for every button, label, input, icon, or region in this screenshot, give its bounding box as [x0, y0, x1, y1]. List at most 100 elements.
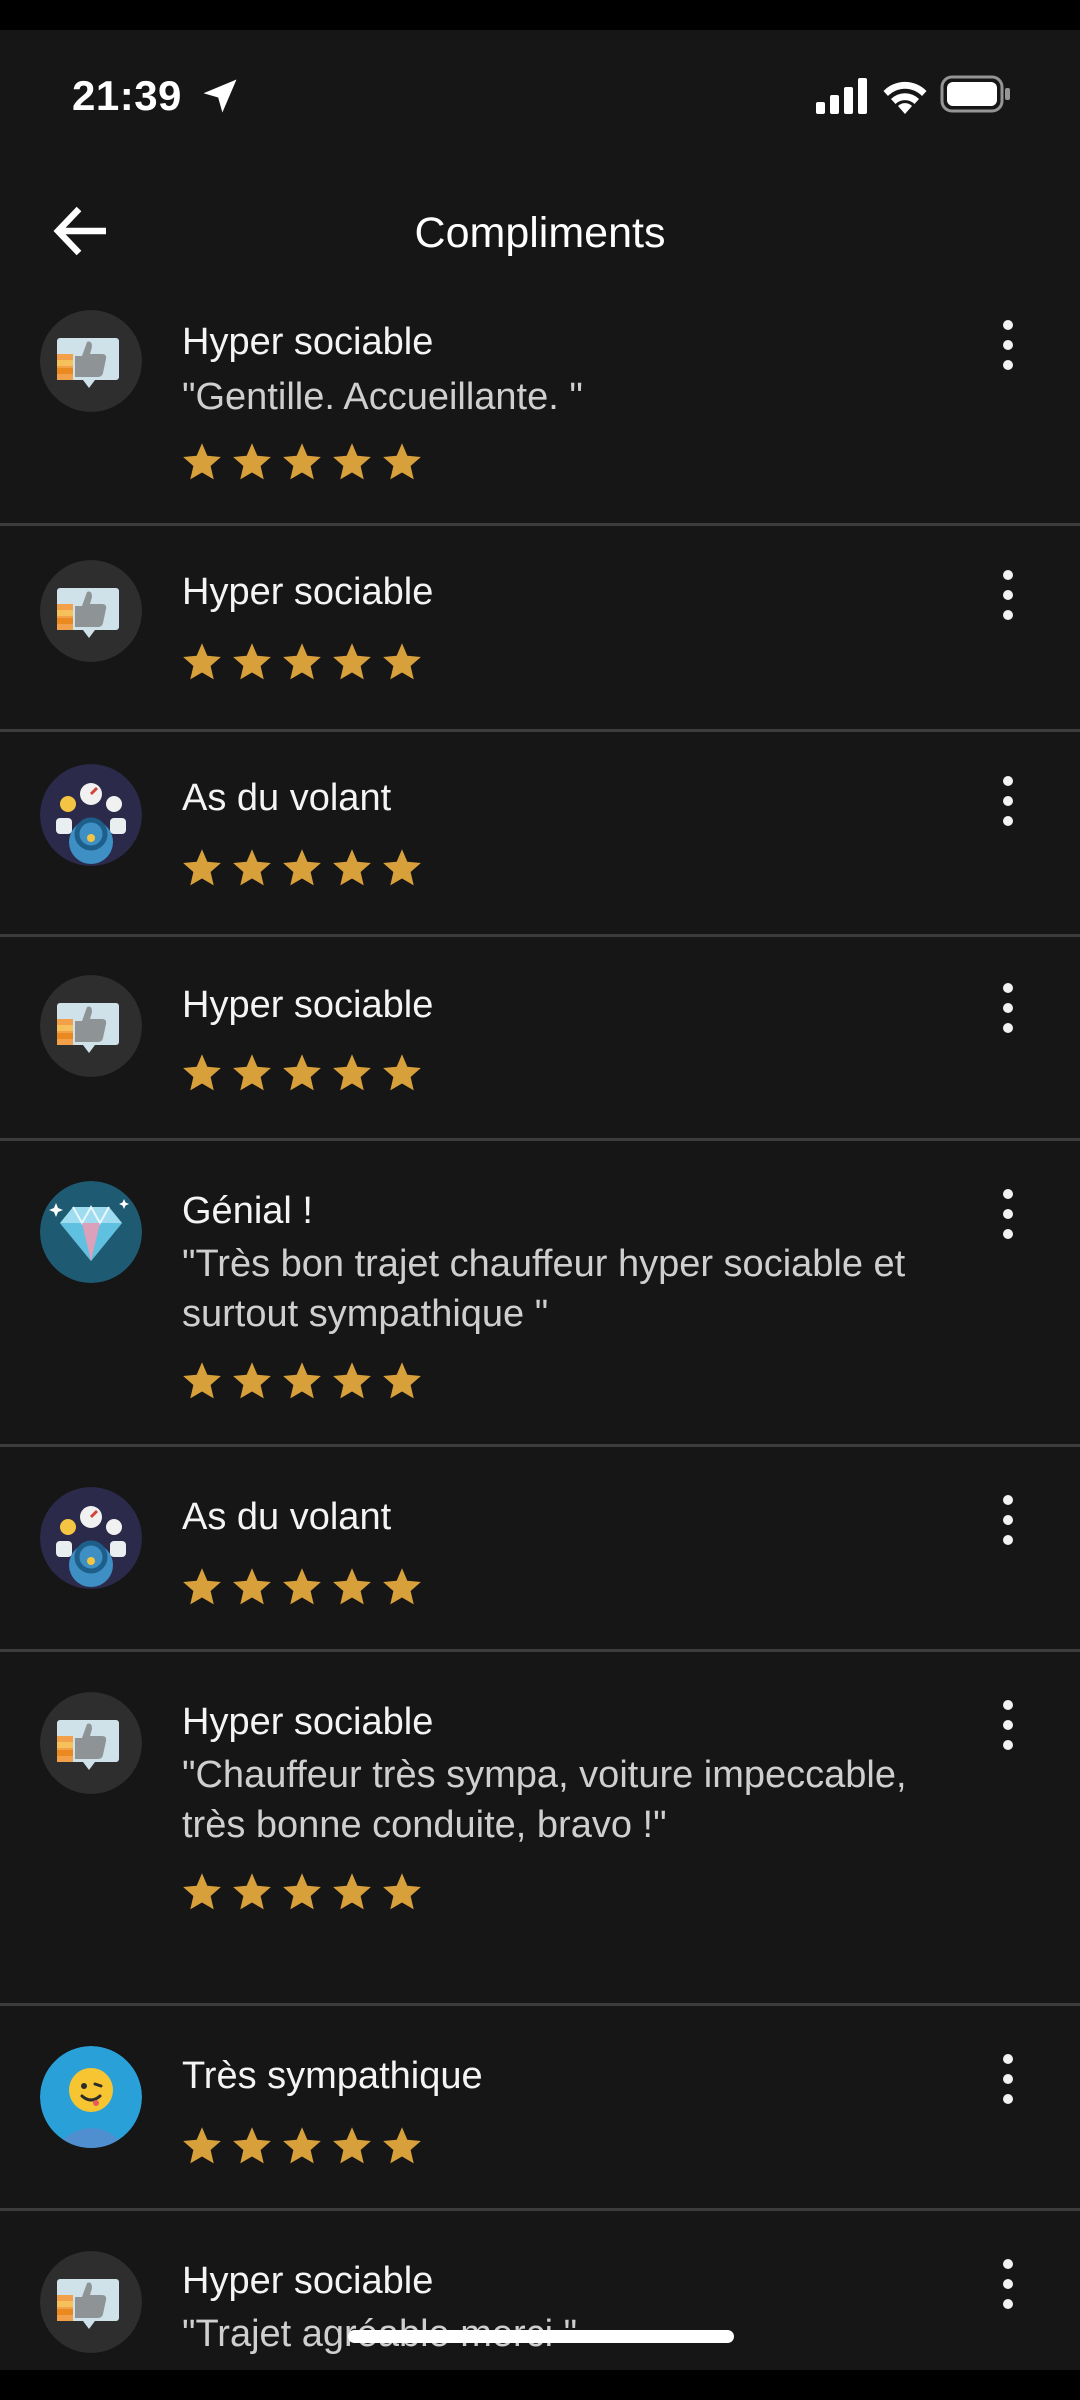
- more-dot-icon: [1003, 1535, 1013, 1545]
- star-icon: [383, 849, 421, 886]
- compliments-list: Hyper sociable "Gentille. Accueillante. "…: [0, 278, 1080, 2370]
- star-icon: [233, 1054, 271, 1091]
- status-bar: 21:39: [0, 30, 1080, 158]
- more-dot-icon: [1003, 1740, 1013, 1750]
- star-icon: [183, 1054, 221, 1091]
- steering-wheel-badge-icon: [40, 1487, 142, 1589]
- more-dot-icon: [1003, 983, 1013, 993]
- star-icon: [283, 643, 321, 680]
- star-icon: [383, 1568, 421, 1605]
- star-rating: [180, 2124, 424, 2168]
- star-icon: [333, 443, 371, 480]
- more-options-button[interactable]: [988, 1185, 1028, 1245]
- star-icon: [383, 643, 421, 680]
- compliment-title: Génial !: [182, 1190, 313, 1232]
- star-icon: [183, 2127, 221, 2164]
- more-dot-icon: [1003, 776, 1013, 786]
- compliment-comment: "Très bon trajet chauffeur hyper sociabl…: [182, 1243, 906, 1335]
- star-icon: [233, 643, 271, 680]
- more-options-button[interactable]: [988, 1696, 1028, 1756]
- compliment-title: Hyper sociable: [182, 2260, 434, 2302]
- more-dot-icon: [1003, 2259, 1013, 2269]
- more-dot-icon: [1003, 1720, 1013, 1730]
- star-icon: [183, 443, 221, 480]
- compliment-title: Hyper sociable: [182, 321, 434, 363]
- smiley-badge-icon: [40, 2046, 142, 2148]
- home-indicator[interactable]: [348, 2330, 734, 2343]
- more-dot-icon: [1003, 320, 1013, 330]
- more-dot-icon: [1003, 2074, 1013, 2084]
- star-icon: [233, 1568, 271, 1605]
- more-dot-icon: [1003, 1495, 1013, 1505]
- more-dot-icon: [1003, 1189, 1013, 1199]
- more-dot-icon: [1003, 2279, 1013, 2289]
- star-rating: [180, 1359, 424, 1403]
- compliment-title: As du volant: [182, 1496, 392, 1538]
- more-dot-icon: [1003, 816, 1013, 826]
- star-icon: [333, 849, 371, 886]
- star-icon: [333, 2127, 371, 2164]
- compliment-item: Hyper sociable: [0, 937, 1080, 1141]
- star-icon: [233, 1362, 271, 1399]
- star-icon: [183, 1873, 221, 1910]
- more-dot-icon: [1003, 1515, 1013, 1525]
- diamond-badge-icon: [40, 1181, 142, 1283]
- compliment-title: Hyper sociable: [182, 571, 434, 613]
- star-icon: [283, 443, 321, 480]
- star-icon: [283, 849, 321, 886]
- app-header: Compliments: [0, 158, 1080, 278]
- compliment-title: Très sympathique: [182, 2055, 483, 2097]
- compliment-title: As du volant: [182, 777, 392, 819]
- star-icon: [183, 849, 221, 886]
- star-rating: [180, 1870, 424, 1914]
- page-title: Compliments: [414, 209, 666, 257]
- star-icon: [183, 643, 221, 680]
- battery-icon: [940, 75, 1010, 113]
- compliment-item: Hyper sociable"Trajet agréable merci ": [0, 2211, 1080, 2370]
- compliment-item: As du volant: [0, 732, 1080, 937]
- more-dot-icon: [1003, 360, 1013, 370]
- more-dot-icon: [1003, 590, 1013, 600]
- compliment-item: Hyper sociable "Gentille. Accueillante. ": [0, 278, 1080, 526]
- star-icon: [383, 1362, 421, 1399]
- star-icon: [333, 1362, 371, 1399]
- compliment-item: Très sympathique: [0, 2006, 1080, 2211]
- star-rating: [180, 1051, 424, 1095]
- thumbs-up-badge-icon: [40, 975, 142, 1077]
- more-dot-icon: [1003, 1229, 1013, 1239]
- thumbs-up-badge-icon: [40, 560, 142, 662]
- star-icon: [333, 1054, 371, 1091]
- compliment-item: Hyper sociable "Chauffeur très sympa, voi…: [0, 1652, 1080, 2006]
- status-time: 21:39: [72, 72, 182, 119]
- compliments-screen: 21:39 Compliments Hyper sociable "Gentil…: [0, 30, 1080, 2370]
- more-options-button[interactable]: [988, 566, 1028, 626]
- more-dot-icon: [1003, 1700, 1013, 1710]
- compliment-comment: "Chauffeur très sympa, voiture impeccabl…: [182, 1754, 907, 1846]
- thumbs-up-badge-icon: [40, 1692, 142, 1794]
- star-icon: [383, 443, 421, 480]
- more-dot-icon: [1003, 2094, 1013, 2104]
- star-icon: [383, 1873, 421, 1910]
- more-dot-icon: [1003, 2299, 1013, 2309]
- more-dot-icon: [1003, 1023, 1013, 1033]
- more-options-button[interactable]: [988, 2050, 1028, 2110]
- star-icon: [283, 1362, 321, 1399]
- thumbs-up-badge-icon: [40, 2251, 142, 2353]
- more-options-button[interactable]: [988, 2255, 1028, 2315]
- more-dot-icon: [1003, 796, 1013, 806]
- star-rating: [180, 1565, 424, 1609]
- star-icon: [183, 1568, 221, 1605]
- more-dot-icon: [1003, 2054, 1013, 2064]
- star-icon: [283, 2127, 321, 2164]
- more-dot-icon: [1003, 610, 1013, 620]
- more-options-button[interactable]: [988, 979, 1028, 1039]
- more-dot-icon: [1003, 1209, 1013, 1219]
- star-icon: [283, 1568, 321, 1605]
- star-rating: [180, 440, 424, 484]
- more-options-button[interactable]: [988, 1491, 1028, 1551]
- more-options-button[interactable]: [988, 772, 1028, 832]
- star-icon: [233, 443, 271, 480]
- compliment-comment: "Gentille. Accueillante. ": [182, 376, 583, 418]
- more-options-button[interactable]: [988, 316, 1028, 376]
- wifi-icon: [883, 81, 927, 114]
